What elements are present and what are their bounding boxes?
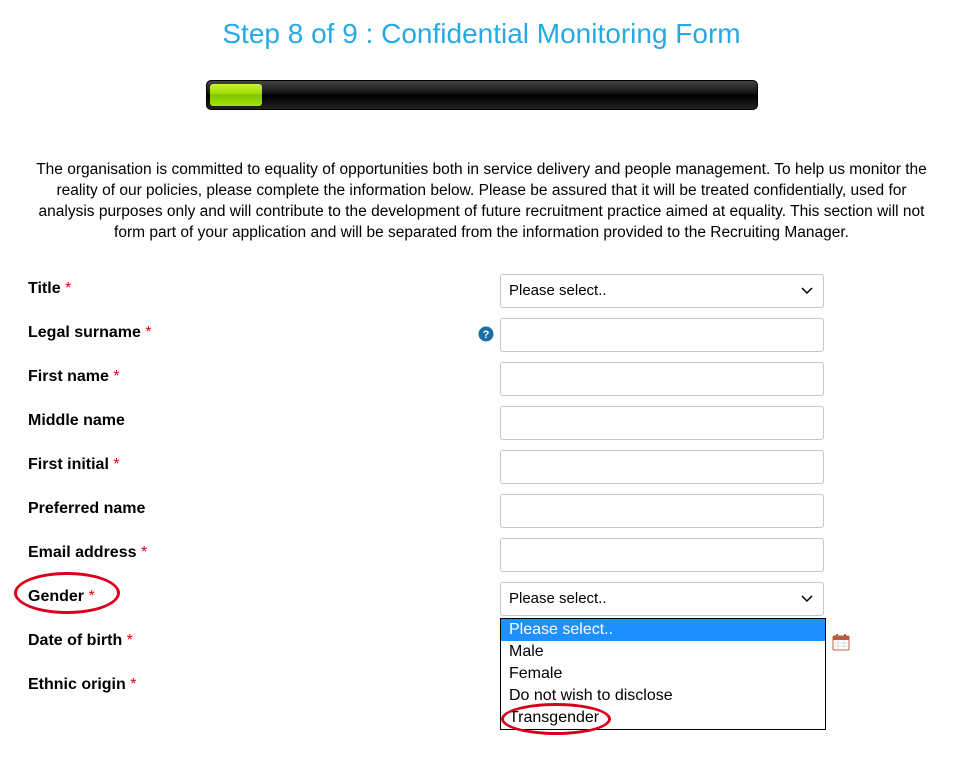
- required-marker: *: [130, 676, 136, 693]
- intro-text: The organisation is committed to equalit…: [28, 160, 935, 244]
- label-first-initial: First initial *: [28, 450, 473, 474]
- legal-surname-input[interactable]: [500, 318, 824, 352]
- row-title: Title * Please select..: [28, 274, 935, 298]
- row-preferred-name: Preferred name: [28, 494, 935, 518]
- label-email: Email address *: [28, 538, 473, 562]
- required-marker: *: [88, 588, 94, 605]
- required-marker: *: [65, 280, 71, 297]
- preferred-name-input[interactable]: [500, 494, 824, 528]
- label-legal-surname-text: Legal surname: [28, 324, 141, 341]
- label-title: Title *: [28, 274, 473, 298]
- label-first-name-text: First name: [28, 368, 109, 385]
- email-input[interactable]: [500, 538, 824, 572]
- gender-option-female[interactable]: Female: [501, 663, 825, 685]
- row-first-initial: First initial *: [28, 450, 935, 474]
- label-first-name: First name *: [28, 362, 473, 386]
- middle-name-input[interactable]: [500, 406, 824, 440]
- progress-fill: [210, 84, 262, 106]
- form-area: Title * Please select.. Legal surname * …: [28, 274, 935, 694]
- label-preferred-name-text: Preferred name: [28, 500, 145, 517]
- label-dob: Date of birth *: [28, 626, 473, 650]
- progress-bar: [206, 80, 758, 110]
- label-first-initial-text: First initial: [28, 456, 109, 473]
- label-ethnic: Ethnic origin *: [28, 670, 473, 694]
- row-middle-name: Middle name: [28, 406, 935, 430]
- title-select[interactable]: Please select..: [500, 274, 824, 308]
- gender-option-please-select[interactable]: Please select..: [501, 619, 825, 641]
- row-legal-surname: Legal surname * ?: [28, 318, 935, 342]
- svg-text:?: ?: [483, 329, 490, 341]
- gender-option-transgender-text: Transgender: [509, 709, 599, 726]
- label-middle-name: Middle name: [28, 406, 473, 430]
- label-email-text: Email address: [28, 544, 137, 561]
- label-gender: Gender *: [28, 582, 473, 606]
- required-marker: *: [141, 544, 147, 561]
- label-ethnic-text: Ethnic origin: [28, 676, 126, 693]
- help-icon[interactable]: ?: [478, 326, 494, 342]
- required-marker: *: [127, 632, 133, 649]
- gender-option-do-not-wish[interactable]: Do not wish to disclose: [501, 685, 825, 707]
- label-dob-text: Date of birth: [28, 632, 122, 649]
- label-middle-name-text: Middle name: [28, 412, 125, 429]
- row-gender: Gender * Please select.. Please select..…: [28, 582, 935, 606]
- label-preferred-name: Preferred name: [28, 494, 473, 518]
- gender-option-transgender[interactable]: Transgender: [501, 707, 825, 729]
- required-marker: *: [113, 368, 119, 385]
- gender-select[interactable]: Please select..: [500, 582, 824, 616]
- calendar-icon[interactable]: [832, 633, 850, 651]
- row-email: Email address *: [28, 538, 935, 562]
- label-title-text: Title: [28, 280, 61, 297]
- gender-dropdown-list: Please select.. Male Female Do not wish …: [500, 618, 826, 730]
- page-title: Step 8 of 9 : Confidential Monitoring Fo…: [28, 18, 935, 50]
- first-initial-input[interactable]: [500, 450, 824, 484]
- required-marker: *: [145, 324, 151, 341]
- row-first-name: First name *: [28, 362, 935, 386]
- required-marker: *: [113, 456, 119, 473]
- label-legal-surname: Legal surname *: [28, 318, 473, 342]
- gender-option-male[interactable]: Male: [501, 641, 825, 663]
- first-name-input[interactable]: [500, 362, 824, 396]
- label-gender-text: Gender: [28, 588, 84, 605]
